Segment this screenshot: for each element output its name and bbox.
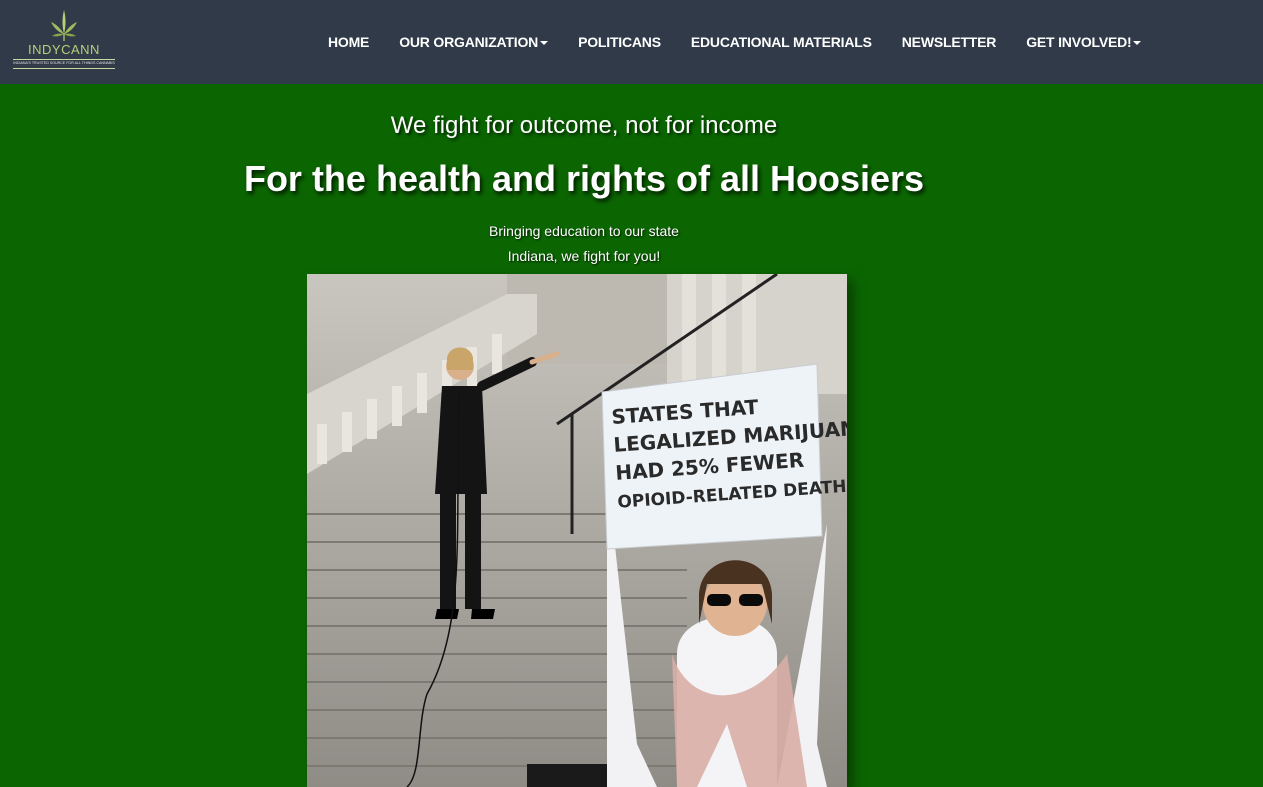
- nav-link-our-organization[interactable]: OUR ORGANIZATION: [384, 26, 563, 58]
- nav-label: OUR ORGANIZATION: [399, 34, 539, 50]
- nav-label: HOME: [328, 34, 370, 50]
- main-nav: HOME OUR ORGANIZATION POLITICANS EDUCATI…: [313, 26, 1156, 58]
- nav-label: POLITICANS: [578, 34, 661, 50]
- caret-down-icon: [540, 41, 549, 46]
- nav-link-newsletter[interactable]: NEWSLETTER: [887, 26, 1011, 58]
- hero-subtext-line-2: Indiana, we fight for you!: [507, 248, 661, 264]
- brand-name: INDYCANN: [28, 42, 100, 57]
- nav-link-get-involved[interactable]: GET INVOLVED!: [1011, 26, 1156, 58]
- nav-item-politicans: POLITICANS: [563, 26, 676, 58]
- brand-tagline: INDIANA'S TRUSTED SOURCE FOR ALL THINGS …: [13, 61, 115, 65]
- rally-photo-illustration: STATES THAT LEGALIZED MARIJUANA HAD 25% …: [307, 274, 847, 787]
- caret-down-icon: [1133, 41, 1142, 46]
- navbar: INDYCANN INDIANA'S TRUSTED SOURCE FOR AL…: [0, 0, 1263, 84]
- nav-item-educational-materials: EDUCATIONAL MATERIALS: [676, 26, 887, 58]
- logo-divider: [13, 59, 115, 60]
- nav-item-home: HOME: [313, 26, 384, 58]
- nav-label: GET INVOLVED!: [1026, 34, 1132, 50]
- nav-label: EDUCATIONAL MATERIALS: [690, 34, 872, 50]
- rally-photo: STATES THAT LEGALIZED MARIJUANA HAD 25% …: [307, 274, 847, 787]
- hero-subtext-line-1: Bringing education to our state: [489, 223, 679, 239]
- nav-item-get-involved: GET INVOLVED!: [1011, 26, 1156, 58]
- hero-headline: For the health and rights of all Hoosier…: [243, 158, 925, 199]
- cannabis-leaf-icon: [51, 10, 77, 41]
- hero-tagline: We fight for outcome, not for income: [390, 112, 778, 139]
- nav-label: NEWSLETTER: [901, 34, 997, 50]
- nav-item-newsletter: NEWSLETTER: [887, 26, 1011, 58]
- nav-item-our-organization: OUR ORGANIZATION: [384, 26, 563, 58]
- logo-divider: [13, 68, 115, 69]
- nav-link-educational-materials[interactable]: EDUCATIONAL MATERIALS: [676, 26, 887, 58]
- nav-link-politicans[interactable]: POLITICANS: [563, 26, 676, 58]
- nav-link-home[interactable]: HOME: [313, 26, 384, 58]
- brand-logo[interactable]: INDYCANN INDIANA'S TRUSTED SOURCE FOR AL…: [11, 8, 117, 72]
